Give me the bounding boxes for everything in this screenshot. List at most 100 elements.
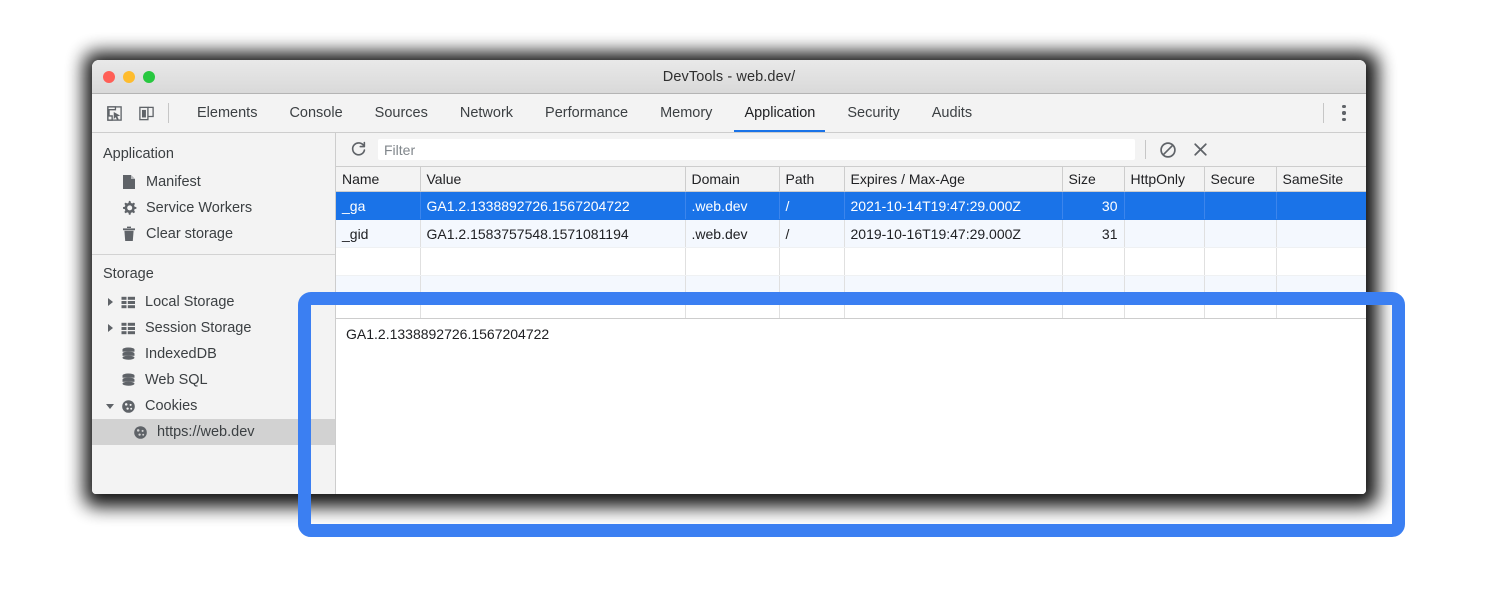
cell-httponly [1124,220,1204,248]
cell-domain: .web.dev [685,192,779,220]
cell-secure [1204,192,1276,220]
tab-security[interactable]: Security [831,94,915,132]
column-header-httponly[interactable]: HttpOnly [1124,167,1204,192]
table-row[interactable]: _gid GA1.2.1583757548.1571081194 .web.de… [336,220,1366,248]
sidebar-divider [92,254,335,255]
delete-selected-cookie-icon[interactable] [1188,138,1212,162]
sidebar-item-label: Clear storage [146,227,233,242]
sidebar-item-label: Web SQL [145,373,208,388]
devtools-tool-icons [92,94,181,132]
chevron-right-icon[interactable] [103,324,117,332]
column-header-samesite[interactable]: SameSite [1276,167,1366,192]
column-header-size[interactable]: Size [1062,167,1124,192]
sidebar-item-local-storage[interactable]: Local Storage [92,289,335,315]
database-icon [118,347,138,362]
tab-audits[interactable]: Audits [916,94,988,132]
table-row-empty [336,276,1366,304]
cell-size: 30 [1062,192,1124,220]
sidebar-item-web-sql[interactable]: Web SQL [92,367,335,393]
cell-name: _gid [336,220,420,248]
close-button[interactable] [103,71,115,83]
table-grid-icon [118,296,138,309]
sidebar-item-label: Service Workers [146,201,252,216]
device-toolbar-icon[interactable] [134,101,158,125]
table-row[interactable]: _ga GA1.2.1338892726.1567204722 .web.dev… [336,192,1366,220]
tab-memory[interactable]: Memory [644,94,728,132]
sidebar-item-label: https://web.dev [157,425,255,440]
tab-label: Application [744,105,815,121]
cell-value: GA1.2.1583757548.1571081194 [420,220,685,248]
traffic-lights [103,60,155,93]
sidebar-item-label: Session Storage [145,321,251,336]
filter-input[interactable] [378,139,1135,160]
table-grid-icon [118,322,138,335]
database-icon [118,373,138,388]
tab-label: Performance [545,105,628,121]
cookies-table-container: Name Value Domain Path Expires / Max-Age… [336,167,1366,318]
tab-label: Sources [375,105,428,121]
cell-path: / [779,192,844,220]
column-header-value[interactable]: Value [420,167,685,192]
sidebar-item-label: Cookies [145,399,197,414]
cell-domain: .web.dev [685,220,779,248]
cell-path: / [779,220,844,248]
tab-label: Memory [660,105,712,121]
tab-application[interactable]: Application [728,94,831,132]
chevron-right-icon[interactable] [103,298,117,306]
cookie-value-preview-text: GA1.2.1338892726.1567204722 [346,326,549,342]
minimize-button[interactable] [123,71,135,83]
tab-sources[interactable]: Sources [359,94,444,132]
application-sidebar: Application Manifest [92,133,336,494]
window-titlebar: DevTools - web.dev/ [92,60,1366,94]
refresh-icon[interactable] [346,138,370,162]
sidebar-item-clear-storage[interactable]: Clear storage [92,221,335,247]
sidebar-item-label: Manifest [146,175,201,190]
sidebar-item-manifest[interactable]: Manifest [92,169,335,195]
column-header-path[interactable]: Path [779,167,844,192]
tabstrip-right-controls [1321,94,1366,132]
cookies-table: Name Value Domain Path Expires / Max-Age… [336,167,1366,318]
tab-network[interactable]: Network [444,94,529,132]
tab-elements[interactable]: Elements [181,94,273,132]
tab-performance[interactable]: Performance [529,94,644,132]
sidebar-section-application-title: Application [92,141,335,169]
screenshot-stage: DevTools - web.dev/ [0,0,1499,608]
sidebar-item-cookies[interactable]: Cookies [92,393,335,419]
tab-label: Elements [197,105,257,121]
cookies-toolbar [336,133,1366,167]
cell-name: _ga [336,192,420,220]
column-header-name[interactable]: Name [336,167,420,192]
cookie-icon [130,425,150,440]
cookies-panel: Name Value Domain Path Expires / Max-Age… [336,133,1366,494]
column-header-secure[interactable]: Secure [1204,167,1276,192]
tab-label: Audits [932,105,972,121]
tab-console[interactable]: Console [273,94,358,132]
toolbar-divider [1145,140,1146,159]
sidebar-item-service-workers[interactable]: Service Workers [92,195,335,221]
tab-label: Security [847,105,899,121]
zoom-button[interactable] [143,71,155,83]
trash-icon [119,226,139,242]
cell-size: 31 [1062,220,1124,248]
cookie-icon [118,399,138,414]
sidebar-item-session-storage[interactable]: Session Storage [92,315,335,341]
gear-icon [119,200,139,216]
cell-httponly [1124,192,1204,220]
devtools-window: DevTools - web.dev/ [92,60,1366,494]
toolbar-divider [1323,103,1324,123]
cookie-value-preview: GA1.2.1338892726.1567204722 [336,318,1366,494]
sidebar-section-storage-title: Storage [92,261,335,289]
sidebar-item-cookies-web-dev[interactable]: https://web.dev [92,419,335,445]
manifest-document-icon [119,174,139,190]
devtools-tabstrip: Elements Console Sources Network Perform… [92,94,1366,133]
chevron-down-icon[interactable] [103,404,117,409]
table-row-empty [336,304,1366,319]
sidebar-item-indexeddb[interactable]: IndexedDB [92,341,335,367]
cell-samesite [1276,220,1366,248]
devtools-body: Application Manifest [92,133,1366,494]
inspect-element-icon[interactable] [102,101,126,125]
column-header-expires[interactable]: Expires / Max-Age [844,167,1062,192]
more-options-icon[interactable] [1334,101,1354,125]
clear-all-cookies-icon[interactable] [1156,138,1180,162]
column-header-domain[interactable]: Domain [685,167,779,192]
